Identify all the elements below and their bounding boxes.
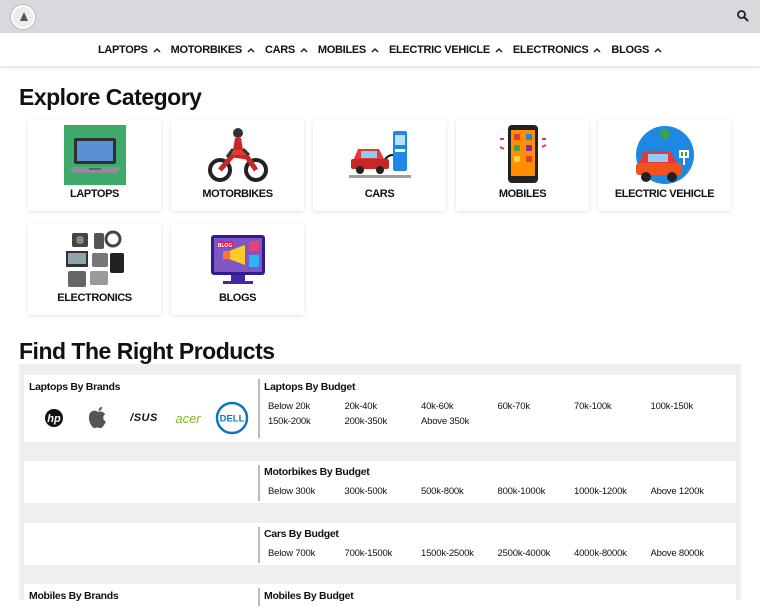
motorbike-icon [207,125,269,185]
budget-link[interactable]: Above 1200k [651,486,728,497]
column-divider [258,379,260,438]
electric-vehicle-icon [634,125,696,185]
budget-link[interactable]: 500k-800k [421,486,498,497]
chevron-up-icon [654,44,662,56]
top-bar [0,0,760,33]
chevron-up-icon [300,44,308,56]
laptops-brands-title: Laptops By Brands [29,381,121,393]
budget-link[interactable]: 700k-1500k [345,548,422,559]
category-label: ELECTRONICS [57,292,132,304]
main-nav: LAPTOPS MOTORBIKES CARS MOBILES ELECTRIC VEH… [0,33,760,66]
nav-item-label: LAPTOPS [97,43,148,56]
budget-link[interactable]: 40k-60k [421,401,498,412]
budget-link[interactable]: 300k-500k [345,486,422,497]
budget-link[interactable]: Below 20k [268,401,345,412]
laptop-icon [64,125,126,185]
nav-item-laptops[interactable]: LAPTOPS [98,44,161,56]
category-card-laptops[interactable]: LAPTOPS [28,119,161,211]
acer-logo[interactable]: acer [170,401,206,435]
budget-link[interactable]: 4000k-8000k [574,548,651,559]
nav-item-label: MOBILES [317,43,366,56]
nav-item-electric-vehicle[interactable]: ELECTRIC VEHICLE [389,44,503,56]
budget-link[interactable]: Above 350k [421,416,498,427]
nav-item-label: BLOGS [611,43,650,56]
budget-link[interactable]: 100k-150k [651,401,728,412]
electronics-icon [64,229,126,289]
nav-item-label: MOTORBIKES [170,43,243,56]
budget-link[interactable]: 2500k-4000k [498,548,575,559]
budget-link[interactable]: Above 8000k [651,548,728,559]
column-divider [258,527,260,563]
category-label: ELECTRIC VEHICLE [614,188,715,200]
asus-logo-text: /SUS [130,412,158,424]
category-label: MOBILES [498,188,547,200]
motorbikes-row: Motorbikes By Budget Below 300k 300k-500k… [24,461,736,503]
acer-logo-text: acer [175,410,201,426]
blog-icon: BLOG [207,229,269,289]
explore-category-title: Explore Category [19,84,202,110]
budget-link[interactable]: 60k-70k [498,401,575,412]
site-logo[interactable] [11,5,35,29]
nav-item-label: ELECTRONICS [512,43,589,56]
category-card-electronics[interactable]: ELECTRONICS [28,223,161,315]
category-card-motorbikes[interactable]: MOTORBIKES [171,119,304,211]
category-label: LAPTOPS [70,188,119,200]
dell-logo-text: DELL [220,414,245,425]
category-card-cars[interactable]: CARS [313,119,446,211]
column-divider [258,588,260,606]
nav-item-label: ELECTRIC VEHICLE [388,43,490,56]
mobiles-brands-title: Mobiles By Brands [29,590,119,602]
budget-link[interactable]: 1000k-1200k [574,486,651,497]
mobiles-row: Mobiles By Brands Mobiles By Budget [24,584,736,606]
nav-item-motorbikes[interactable]: MOTORBIKES [171,44,255,56]
mobile-phone-icon [492,125,554,185]
chevron-up-icon [495,44,503,56]
budget-link[interactable]: 800k-1000k [498,486,575,497]
motorbikes-budget-title: Motorbikes By Budget [264,466,370,478]
nav-item-electronics[interactable]: ELECTRONICS [513,44,602,56]
nav-item-blogs[interactable]: BLOGS [611,44,662,56]
chevron-up-icon [247,44,255,56]
budget-link[interactable]: 20k-40k [345,401,422,412]
search-icon[interactable] [736,9,750,23]
category-card-blogs[interactable]: BLOG BLOGS [171,223,304,315]
category-label: BLOGS [218,292,257,304]
column-divider [258,465,260,501]
chevron-up-icon [371,44,379,56]
hp-logo[interactable]: hp [42,401,66,435]
laptops-budget-title: Laptops By Budget [264,381,356,393]
budget-link[interactable]: Below 300k [268,486,345,497]
laptops-row: Laptops By Brands hp /SUS acer DELL Lapt… [24,375,736,442]
asus-logo[interactable]: /SUS [126,401,162,435]
budget-link[interactable]: 200k-350k [345,416,422,427]
category-label: CARS [364,188,395,200]
chevron-up-icon [593,44,601,56]
mobiles-budget-title: Mobiles By Budget [264,590,354,602]
nav-item-cars[interactable]: CARS [265,44,308,56]
category-label: MOTORBIKES [202,188,273,200]
cars-budget-title: Cars By Budget [264,528,339,540]
find-products-title: Find The Right Products [19,338,275,364]
cars-row: Cars By Budget Below 700k 700k-1500k 1500k… [24,523,736,565]
budget-link[interactable]: 150k-200k [268,416,345,427]
dell-logo[interactable]: DELL [214,401,250,435]
budget-link[interactable]: 70k-100k [574,401,651,412]
category-card-mobiles[interactable]: MOBILES [456,119,589,211]
svg-text:BLOG: BLOG [218,243,233,249]
hp-logo-text: hp [47,413,61,425]
nav-item-label: CARS [264,43,295,56]
apple-logo[interactable] [84,401,112,435]
budget-link[interactable]: Below 700k [268,548,345,559]
budget-link[interactable]: 1500k-2500k [421,548,498,559]
nav-item-mobiles[interactable]: MOBILES [318,44,379,56]
category-card-electric-vehicle[interactable]: ELECTRIC VEHICLE [598,119,731,211]
chevron-up-icon [153,44,161,56]
car-charging-icon [349,125,411,185]
